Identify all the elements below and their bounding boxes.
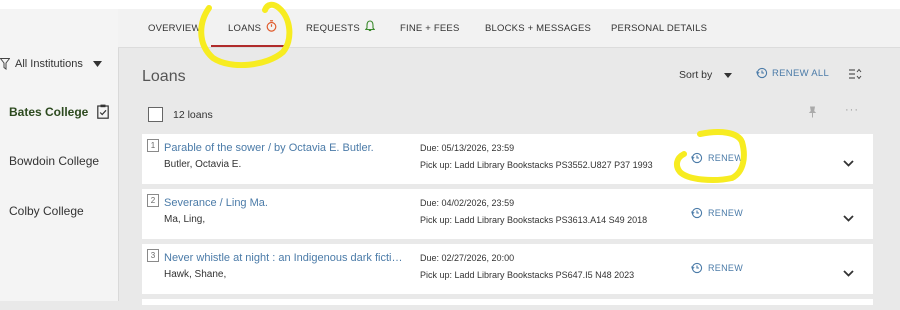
loan-number: 2 [147, 194, 159, 207]
expand-button[interactable] [843, 154, 854, 172]
loan-author: Hawk, Shane, [164, 269, 227, 280]
loan-author: Ma, Ling, [164, 214, 206, 225]
renew-label: RENEW [708, 208, 743, 218]
sort-toggle-button[interactable] [848, 67, 862, 85]
clock-renew-icon [691, 207, 703, 219]
tab-label: BLOCKS + MESSAGES [485, 23, 592, 34]
sidebar-item-colby-college[interactable]: Colby College [9, 204, 84, 218]
bell-icon [364, 20, 375, 32]
institution-sidebar: All Institutions Bates College Bowdoin C… [0, 9, 119, 301]
clock-renew-icon [756, 67, 768, 79]
tab-label: OVERVIEW [148, 23, 201, 34]
loan-card: 2 Severance / Ling Ma. Ma, Ling, Due: 04… [142, 189, 873, 239]
loan-number: 3 [147, 249, 159, 262]
chevron-down-icon [843, 160, 854, 167]
tab-blocks-messages[interactable]: BLOCKS + MESSAGES [485, 9, 591, 47]
tab-label: REQUESTS [306, 23, 360, 34]
filter-icon [0, 58, 10, 70]
institution-filter-dropdown[interactable]: All Institutions [0, 47, 118, 81]
renew-button[interactable]: RENEW [691, 152, 743, 164]
tab-overview[interactable]: OVERVIEW [148, 9, 201, 47]
sidebar-item-bowdoin-college[interactable]: Bowdoin College [9, 154, 99, 168]
tab-requests[interactable]: REQUESTS [306, 9, 375, 47]
sort-by-label: Sort by [679, 69, 713, 81]
loan-pickup-location: Pick up: Ladd Library Bookstacks PS3552.… [420, 160, 653, 170]
expand-button[interactable] [843, 264, 854, 282]
tab-loans[interactable]: LOANS [228, 9, 277, 47]
loan-card-partial [142, 299, 873, 305]
loan-pickup-location: Pick up: Ladd Library Bookstacks PS3613.… [420, 215, 648, 225]
chevron-down-icon [843, 215, 854, 222]
loan-author: Butler, Octavia E. [164, 159, 242, 170]
renew-button[interactable]: RENEW [691, 262, 743, 274]
renew-label: RENEW [708, 153, 743, 163]
renew-all-label: RENEW ALL [772, 67, 830, 79]
more-options-button[interactable]: ··· [845, 104, 859, 116]
renew-button[interactable]: RENEW [691, 207, 743, 219]
clipboard-check-icon [97, 104, 110, 119]
select-all-checkbox[interactable] [148, 107, 163, 122]
tab-personal-details[interactable]: PERSONAL DETAILS [611, 9, 707, 47]
renew-all-button[interactable]: RENEW ALL [756, 67, 829, 79]
loan-list: 1 Parable of the sower / by Octavia E. B… [142, 134, 873, 310]
loan-due-date: Due: 02/27/2026, 20:00 [420, 253, 515, 263]
pin-button[interactable] [808, 105, 817, 123]
college-label: Bates College [9, 104, 89, 119]
tab-label: FINE + FEES [400, 23, 460, 34]
loan-number: 1 [147, 139, 159, 152]
sidebar-item-bates-college[interactable]: Bates College [9, 104, 110, 119]
college-label: Colby College [9, 204, 84, 218]
chevron-down-icon [843, 270, 854, 277]
sort-by-dropdown[interactable]: Sort by [679, 69, 733, 81]
clock-renew-icon [691, 262, 703, 274]
tab-label: PERSONAL DETAILS [611, 23, 708, 34]
college-label: Bowdoin College [9, 154, 100, 168]
loan-due-date: Due: 04/02/2026, 23:59 [420, 198, 515, 208]
tab-label: LOANS [228, 23, 262, 34]
more-icon: ··· [845, 104, 859, 116]
loan-due-date: Due: 05/13/2026, 23:59 [420, 143, 515, 153]
account-tabs: OVERVIEW LOANS REQUESTS FINE + FEES BLOC… [118, 9, 900, 48]
loan-card: 1 Parable of the sower / by Octavia E. B… [142, 134, 873, 184]
expand-button[interactable] [843, 209, 854, 227]
chevron-down-icon [93, 61, 102, 67]
renew-label: RENEW [708, 263, 743, 273]
loan-title-link[interactable]: Severance / Ling Ma. [164, 197, 404, 209]
loans-panel: Loans Sort by RENEW ALL 12 loans ··· 1 P… [118, 48, 900, 305]
bulk-select-row: 12 loans [148, 107, 213, 122]
active-tab-indicator [211, 45, 288, 47]
loan-pickup-location: Pick up: Ladd Library Bookstacks PS647.I… [420, 270, 635, 280]
chevron-down-icon [724, 72, 733, 78]
clock-renew-icon [691, 152, 703, 164]
loan-card: 3 Never whistle at night : an Indigenous… [142, 244, 873, 294]
top-band [0, 0, 900, 9]
pin-icon [808, 106, 817, 118]
stopwatch-icon [266, 20, 277, 33]
sort-toggle-icon [849, 68, 862, 80]
page-title: Loans [142, 68, 186, 85]
loan-count: 12 loans [173, 108, 213, 121]
loan-title-link[interactable]: Never whistle at night : an Indigenous d… [164, 252, 404, 264]
loan-title-link[interactable]: Parable of the sower / by Octavia E. But… [164, 142, 404, 154]
institution-filter-label: All Institutions [15, 58, 83, 70]
tab-fine-fees[interactable]: FINE + FEES [400, 9, 459, 47]
